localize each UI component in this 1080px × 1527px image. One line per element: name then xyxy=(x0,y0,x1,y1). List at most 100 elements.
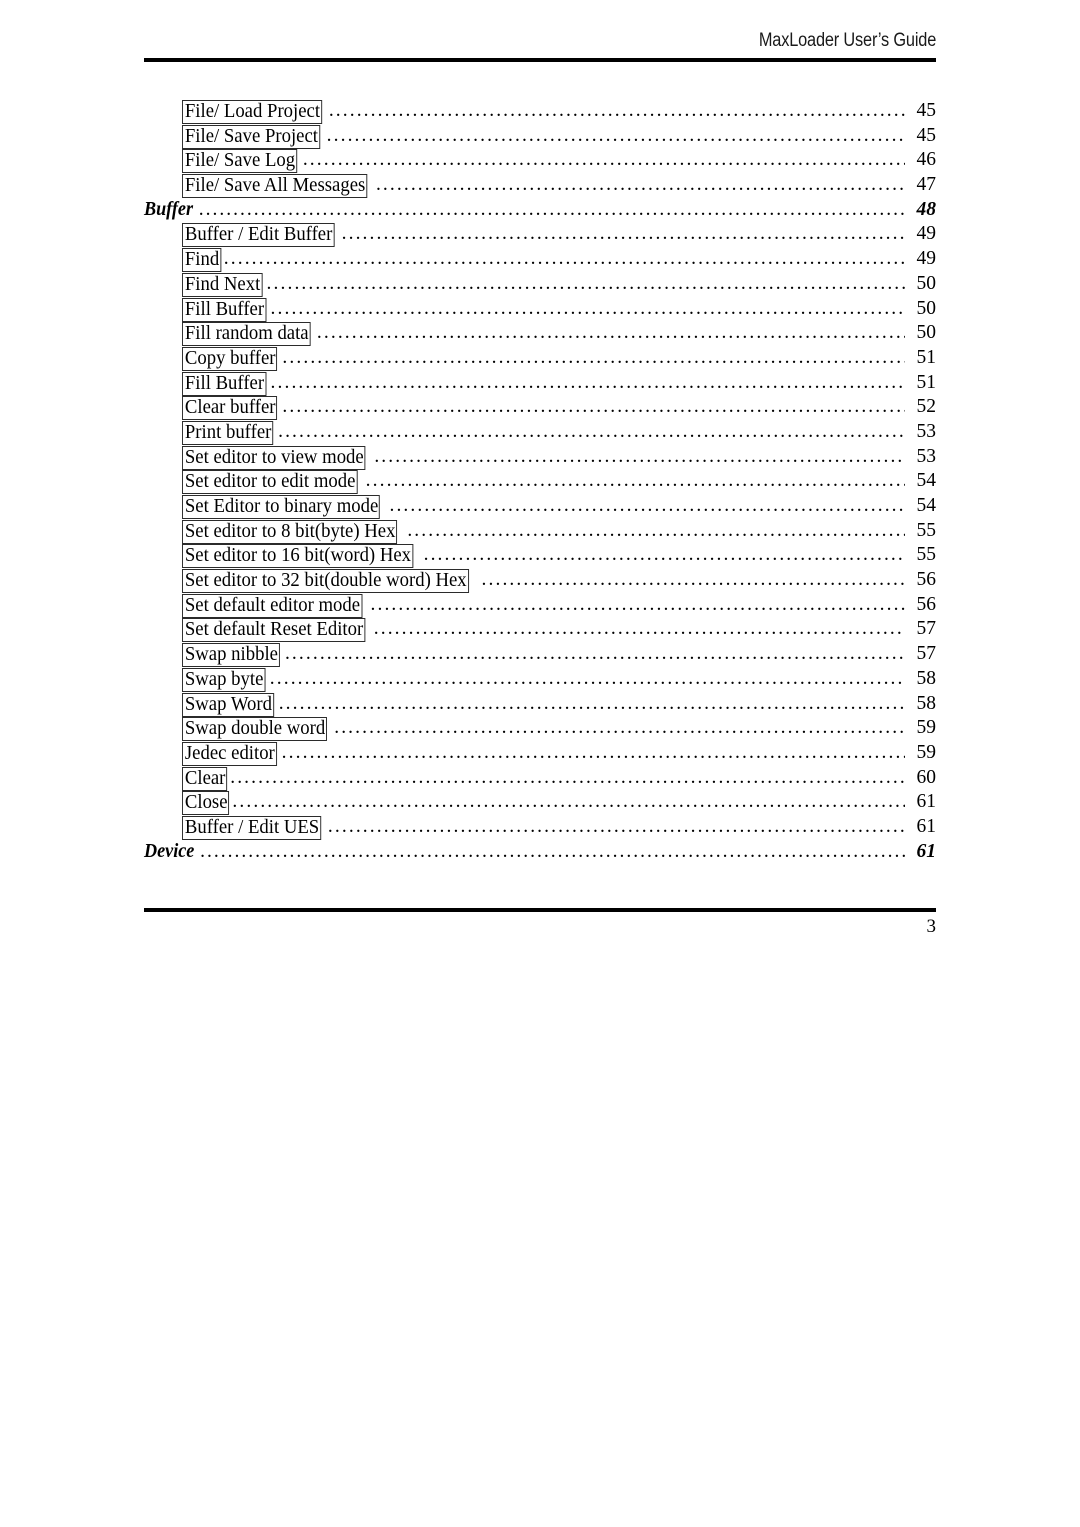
toc-entry[interactable]: Print buffer 53 xyxy=(144,420,936,446)
toc-dot-leader xyxy=(334,717,905,738)
toc-entry[interactable]: File/ Save Project 45 xyxy=(144,124,937,150)
toc-entry-label[interactable]: Fill Buffer xyxy=(182,371,267,396)
toc-dot-leader xyxy=(199,199,905,220)
toc-entry[interactable]: Set default Reset Editor 57 xyxy=(144,618,936,643)
toc-entry[interactable]: Swap Word 58 xyxy=(144,692,937,718)
toc-entry[interactable]: Buffer 48 xyxy=(144,199,936,224)
toc-entry-label[interactable]: Set Editor to binary mode xyxy=(182,495,381,519)
toc-entry-page-number: 58 xyxy=(916,667,937,689)
toc-entry-page-number: 46 xyxy=(916,149,937,171)
table-of-contents: File/ Load Project 45 File/ Save Project 45… xyxy=(144,100,936,865)
toc-entry[interactable]: Fill Buffer 50 xyxy=(144,297,937,323)
toc-entry-page-number: 61 xyxy=(916,791,937,813)
toc-dot-leader xyxy=(376,174,905,195)
toc-entry[interactable]: Set editor to 16 bit(word) Hex 55 xyxy=(144,544,936,569)
toc-entry-label[interactable]: Fill random data xyxy=(182,322,311,347)
toc-entry-label[interactable]: Find Next xyxy=(182,272,263,297)
toc-entry-label[interactable]: Set default Reset Editor xyxy=(182,618,366,643)
toc-entry[interactable]: Fill random data 50 xyxy=(144,322,936,347)
toc-entry-page-number: 45 xyxy=(916,124,937,146)
toc-entry-label[interactable]: Set editor to edit mode xyxy=(182,470,358,495)
toc-entry[interactable]: Clear buffer 52 xyxy=(144,396,936,421)
toc-dot-leader xyxy=(285,643,905,664)
toc-entry-label[interactable]: Copy buffer xyxy=(182,346,278,371)
toc-entry[interactable]: Swap nibble 57 xyxy=(144,643,936,668)
toc-dot-leader xyxy=(232,791,905,812)
toc-entry[interactable]: Close 61 xyxy=(144,791,936,816)
toc-entry-label[interactable]: Set editor to 16 bit(word) Hex xyxy=(182,544,413,569)
toc-entry-page-number: 55 xyxy=(916,519,937,541)
toc-entry[interactable]: Fill Buffer 51 xyxy=(144,371,936,397)
toc-entry-label[interactable]: Clear buffer xyxy=(182,396,278,421)
toc-entry[interactable]: Jedec editor 59 xyxy=(144,741,936,767)
toc-entry-label[interactable]: Jedec editor xyxy=(182,741,277,766)
toc-entry[interactable]: Clear 60 xyxy=(144,766,937,792)
page-footer: 3 xyxy=(144,916,937,938)
toc-entry-label[interactable]: File/ Save Log xyxy=(182,149,298,174)
footer-divider-rule xyxy=(144,907,936,912)
toc-entry[interactable]: Set editor to 8 bit(byte) Hex 55 xyxy=(144,519,937,545)
toc-entry-page-number: 52 xyxy=(916,396,937,418)
toc-entry-label[interactable]: Set editor to 32 bit(double word) Hex xyxy=(182,569,469,594)
toc-entry[interactable]: Set editor to edit mode 54 xyxy=(144,470,936,495)
toc-entry-page-number: 47 xyxy=(916,174,937,196)
toc-dot-leader xyxy=(407,520,905,541)
toc-entry-label[interactable]: Set editor to 8 bit(byte) Hex xyxy=(182,519,398,544)
toc-entry[interactable]: Find Next 50 xyxy=(144,272,937,298)
toc-entry-label[interactable]: Buffer / Edit Buffer xyxy=(182,223,335,248)
toc-dot-leader xyxy=(482,569,905,590)
toc-entry-page-number: 45 xyxy=(916,100,937,121)
toc-entry[interactable]: Device 61 xyxy=(144,841,936,866)
toc-entry-label[interactable]: File/ Save All Messages xyxy=(182,174,368,199)
toc-entry[interactable]: Buffer / Edit UES 61 xyxy=(144,815,937,841)
toc-entry-page-number: 60 xyxy=(916,766,937,788)
toc-entry-label[interactable]: Buffer / Edit UES xyxy=(182,815,322,840)
toc-entry[interactable]: Copy buffer 51 xyxy=(144,346,936,372)
toc-entry-label[interactable]: Fill Buffer xyxy=(182,297,267,322)
toc-entry[interactable]: Swap byte 58 xyxy=(144,667,937,693)
toc-entry-label[interactable]: Set default editor mode xyxy=(182,593,362,618)
toc-entry[interactable]: Set editor to view mode 53 xyxy=(144,445,937,471)
toc-entry-label[interactable]: Device xyxy=(144,841,195,863)
toc-entry-page-number: 50 xyxy=(916,297,937,319)
toc-entry[interactable]: Set editor to 32 bit(double word) Hex 56 xyxy=(144,569,936,594)
toc-entry-label[interactable]: Swap double word xyxy=(182,717,328,742)
toc-entry[interactable]: Swap double word 59 xyxy=(144,717,936,742)
toc-entry-label[interactable]: File/ Load Project xyxy=(182,100,322,124)
page-header: MaxLoader User’s Guide xyxy=(144,30,936,52)
toc-dot-leader xyxy=(271,298,905,319)
toc-dot-leader xyxy=(282,396,905,417)
toc-entry-page-number: 54 xyxy=(916,495,937,516)
toc-entry[interactable]: Buffer / Edit Buffer 49 xyxy=(144,223,936,248)
toc-entry-label[interactable]: File/ Save Project xyxy=(182,124,320,149)
toc-entry[interactable]: File/ Save All Messages 47 xyxy=(144,174,936,199)
toc-entry[interactable]: File/ Load Project 45 xyxy=(144,100,936,125)
toc-dot-leader xyxy=(200,841,905,862)
toc-entry-label[interactable]: Swap nibble xyxy=(182,643,280,668)
toc-entry-label[interactable]: Find xyxy=(182,248,222,273)
toc-dot-leader xyxy=(328,816,905,837)
toc-entry[interactable]: Set Editor to binary mode 54 xyxy=(144,495,936,520)
toc-entry[interactable]: File/ Save Log 46 xyxy=(144,149,936,174)
toc-entry-label[interactable]: Swap Word xyxy=(182,692,274,717)
toc-entry-label[interactable]: Close xyxy=(182,791,230,816)
toc-entry-page-number: 53 xyxy=(916,445,937,467)
toc-dot-leader xyxy=(279,693,905,714)
page-number: 3 xyxy=(926,916,937,937)
toc-entry-page-number: 61 xyxy=(916,815,937,837)
toc-entry-label[interactable]: Print buffer xyxy=(182,420,274,445)
toc-entry-page-number: 50 xyxy=(916,322,937,344)
toc-dot-leader xyxy=(303,149,905,170)
toc-dot-leader xyxy=(327,125,905,146)
toc-entry-page-number: 50 xyxy=(916,272,937,294)
toc-entry[interactable]: Find 49 xyxy=(144,248,936,273)
toc-entry[interactable]: Set default editor mode 56 xyxy=(144,593,937,619)
toc-entry-page-number: 49 xyxy=(916,223,937,245)
toc-entry-page-number: 56 xyxy=(916,593,937,615)
toc-entry-label[interactable]: Swap byte xyxy=(182,667,266,692)
toc-entry-label[interactable]: Set editor to view mode xyxy=(182,445,366,470)
toc-entry-label[interactable]: Clear xyxy=(182,766,228,791)
toc-entry-label[interactable]: Buffer xyxy=(144,199,194,221)
toc-entry-page-number: 58 xyxy=(916,692,937,714)
toc-entry-page-number: 59 xyxy=(916,717,937,739)
